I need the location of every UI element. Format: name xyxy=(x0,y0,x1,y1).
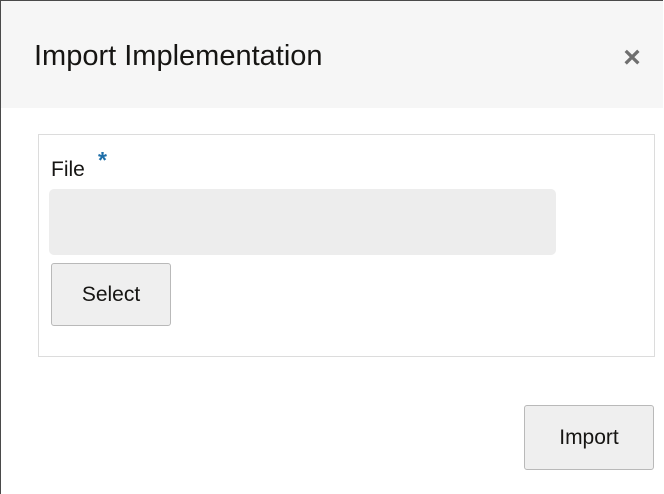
dialog-title: Import Implementation xyxy=(34,40,323,72)
import-implementation-dialog: Import Implementation × File * Select Im… xyxy=(0,0,663,494)
import-button[interactable]: Import xyxy=(524,405,654,470)
dialog-header: Import Implementation × xyxy=(1,1,663,108)
file-input[interactable] xyxy=(49,189,556,255)
required-marker: * xyxy=(98,147,107,173)
file-label: File xyxy=(51,158,85,181)
select-button[interactable]: Select xyxy=(51,263,171,326)
file-panel: File * Select xyxy=(38,134,655,357)
close-icon[interactable]: × xyxy=(615,41,649,75)
